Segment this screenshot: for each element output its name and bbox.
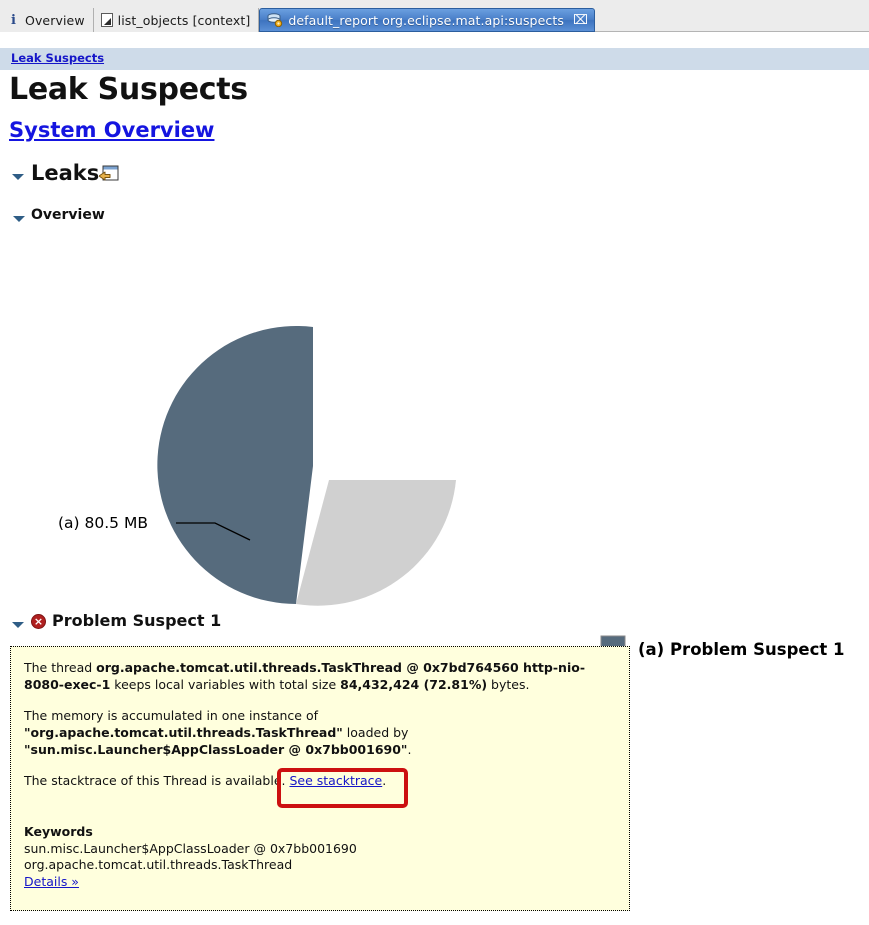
section-heading-leaks: Leaks xyxy=(31,161,100,185)
page-title: Leak Suspects xyxy=(9,72,248,107)
section-heading-overview: Overview xyxy=(31,207,105,223)
pie-label-a: (a) 80.5 MB xyxy=(58,514,148,532)
editor-tab-bar: i Overview list_objects [context] defaul… xyxy=(0,0,869,32)
tab-list-objects-label: list_objects [context] xyxy=(117,12,251,28)
close-icon[interactable]: ⌧ xyxy=(573,14,588,27)
suspect-paragraph-2: The memory is accumulated in one instanc… xyxy=(24,707,617,758)
chevron-down-icon-overview[interactable] xyxy=(13,216,25,222)
info-icon: i xyxy=(11,12,16,28)
pie-slice-b-group xyxy=(296,480,456,606)
chart-legend: (a) Problem Suspect 1 (b) Remainder xyxy=(600,635,844,660)
p2-pre: The memory is accumulated in one instanc… xyxy=(24,708,319,723)
chevron-down-icon-leaks[interactable] xyxy=(12,174,24,180)
tab-list-objects[interactable]: list_objects [context] xyxy=(93,8,260,32)
p2-mid: loaded by xyxy=(342,725,409,740)
tab-list: i Overview list_objects [context] defaul… xyxy=(0,8,595,32)
p2-post: . xyxy=(407,742,412,757)
tab-default-report-label: default_report org.eclipse.mat.api:suspe… xyxy=(288,12,564,28)
p3-post: . xyxy=(382,773,387,788)
p1-pre: The thread xyxy=(24,660,97,675)
legend-label-a: (a) Problem Suspect 1 xyxy=(638,640,844,659)
details-link[interactable]: Details » xyxy=(24,874,79,889)
system-overview-link[interactable]: System Overview xyxy=(9,118,214,142)
tab-overview-label: Overview xyxy=(25,12,85,28)
suspect-paragraph-1: The thread org.apache.tomcat.util.thread… xyxy=(24,659,617,693)
report-icon xyxy=(267,13,283,28)
see-stacktrace-link[interactable]: See stacktrace xyxy=(289,773,382,788)
window-arrow-icon xyxy=(98,165,119,182)
p2-class: "org.apache.tomcat.util.threads.TaskThre… xyxy=(24,725,343,740)
breadcrumb-link-leak-suspects[interactable]: Leak Suspects xyxy=(11,51,104,65)
p1-size: 84,432,424 (72.81%) xyxy=(340,677,488,692)
pie-chart: (a) 80.5 MB (b) 30.1 MB Total: 110.6 MB … xyxy=(0,240,869,660)
keyword-item: sun.misc.Launcher$AppClassLoader @ 0x7bb… xyxy=(24,841,357,856)
error-icon: × xyxy=(31,614,46,629)
section-heading-problem-suspect: Problem Suspect 1 xyxy=(52,611,222,630)
p1-post: bytes. xyxy=(487,677,530,692)
tab-default-report[interactable]: default_report org.eclipse.mat.api:suspe… xyxy=(259,8,595,32)
suspect-paragraph-3: The stacktrace of this Thread is availab… xyxy=(24,772,617,789)
p1-mid: keeps local variables with total size xyxy=(110,677,341,692)
chevron-down-icon-problem-suspect[interactable] xyxy=(12,622,24,628)
keyword-item: org.apache.tomcat.util.threads.TaskThrea… xyxy=(24,857,293,872)
tab-overview[interactable]: i Overview xyxy=(0,8,94,32)
p3-pre: The stacktrace of this Thread is availab… xyxy=(24,773,290,788)
pie-slice-b xyxy=(296,480,456,606)
pie-chart-svg: (a) 80.5 MB (b) 30.1 MB Total: 110.6 MB … xyxy=(58,326,844,660)
suspect-description-box: The thread org.apache.tomcat.util.thread… xyxy=(10,646,630,911)
document-icon xyxy=(100,13,113,27)
error-icon-glyph: × xyxy=(33,615,44,628)
breadcrumb: Leak Suspects xyxy=(0,48,869,70)
pie-slice-a xyxy=(157,326,313,604)
keywords-title: Keywords xyxy=(24,824,93,839)
p2-classloader: "sun.misc.Launcher$AppClassLoader @ 0x7b… xyxy=(24,742,408,757)
